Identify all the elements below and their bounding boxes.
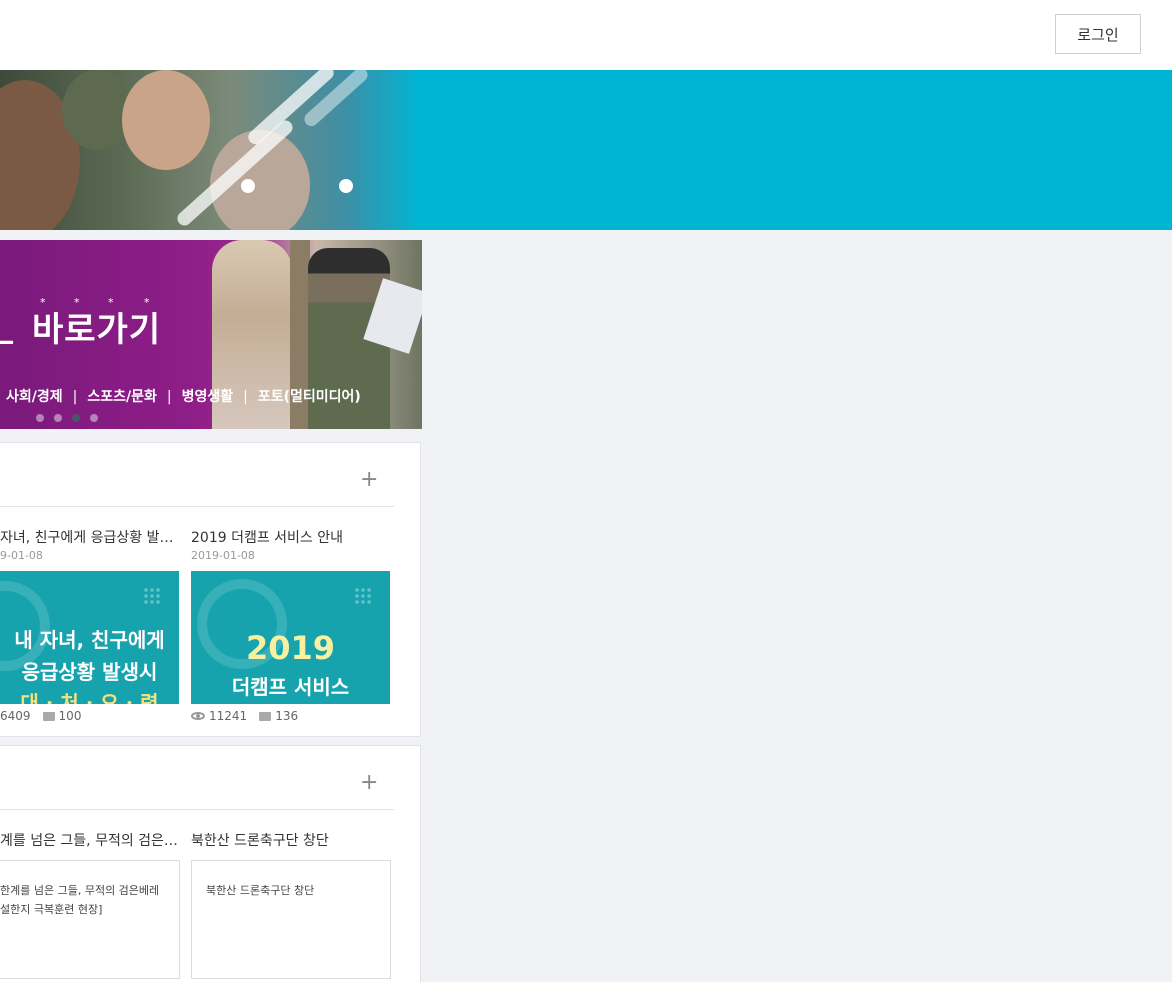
pagination-dot-active[interactable] — [72, 414, 80, 422]
thumb-text: 더캠프 서비스 — [231, 675, 350, 699]
soldier-face-2 — [122, 70, 210, 170]
post-thumbnail[interactable]: 2019 더캠프 서비스 — [191, 571, 390, 704]
banner-title-text: 바로가기 — [32, 310, 162, 350]
post-preview[interactable]: 북한산 드론축구단 창단 — [191, 860, 391, 979]
banner-menu-item[interactable]: 병영생활 — [182, 389, 234, 405]
pagination-dot[interactable] — [36, 414, 44, 422]
plus-icon[interactable]: + — [360, 469, 378, 491]
preview-line: 북한산 드론축구단 창단 — [206, 884, 315, 897]
preview-line: 설한지 극복훈련 현장] — [0, 903, 103, 916]
comment-icon — [42, 711, 55, 721]
menu-separator: | — [166, 389, 172, 405]
soldier-helmet-1 — [62, 70, 132, 150]
notice-card: + 자녀, 친구에게 응급상황 발… 9-01-08 내 자녀, 친구에게 응급… — [0, 442, 421, 737]
menu-separator: | — [243, 389, 248, 405]
soldiers-photo — [0, 70, 420, 230]
post-date: 2019-01-08 — [191, 549, 255, 562]
post-stats: 6409 100 — [0, 709, 81, 723]
banner-menu: 사회/경제 | 스포츠/문화 | 병영생활 | 포토(멀티미디어) — [6, 386, 361, 406]
banner-menu-item[interactable]: 포토(멀티미디어) — [258, 389, 361, 405]
plus-icon[interactable]: + — [360, 772, 378, 794]
comment-count: 100 — [58, 709, 82, 723]
view-count: 11241 — [209, 709, 248, 723]
post-preview[interactable]: 한계를 넘은 그들, 무적의 검은베레 설한지 극복훈련 현장] — [0, 860, 180, 979]
hero-dot-2 — [339, 179, 353, 193]
post-title[interactable]: 계를 넘은 그들, 무적의 검은… — [0, 830, 180, 850]
post-date: 9-01-08 — [0, 549, 43, 562]
pagination-dot[interactable] — [54, 414, 62, 422]
thumb-dots — [143, 587, 161, 605]
post-thumbnail[interactable]: 내 자녀, 친구에게 응급상황 발생시 대 · 처 · 요 · 령 — [0, 571, 179, 704]
banner-menu-item[interactable]: 스포츠/문화 — [87, 389, 157, 405]
comment-icon — [259, 711, 272, 721]
menu-separator: | — [72, 389, 78, 405]
eye-icon — [191, 712, 205, 720]
post-title[interactable]: 자녀, 친구에게 응급상황 발… — [0, 527, 178, 547]
banner-title: ᆫ 바로가기 — [0, 310, 162, 350]
thumb-text: 대 · 처 · 요 · 령 — [20, 691, 159, 704]
video-card: + 계를 넘은 그들, 무적의 검은… 한계를 넘은 그들, 무적의 검은베레 … — [0, 745, 421, 982]
thumb-text: 응급상황 발생시 — [21, 660, 158, 684]
comment-count: 136 — [275, 709, 299, 723]
thumb-text: 내 자녀, 친구에게 — [14, 628, 165, 652]
card-divider — [0, 809, 394, 810]
thumb-dots — [354, 587, 372, 605]
pagination-dot[interactable] — [90, 414, 98, 422]
view-count: 6409 — [0, 709, 31, 723]
thumb-text: 2019 — [245, 629, 336, 667]
login-button[interactable]: 로그인 — [1055, 14, 1141, 54]
post-title[interactable]: 북한산 드론축구단 창단 — [191, 830, 391, 850]
banner-menu-item[interactable]: 사회/경제 — [6, 389, 63, 405]
preview-line: 한계를 넘은 그들, 무적의 검은베레 — [0, 884, 160, 897]
post-stats: 11241 136 — [191, 709, 298, 723]
banner-pagination — [36, 414, 98, 422]
hero-dot-1 — [241, 179, 255, 193]
hero-banner — [0, 70, 1172, 230]
top-bar: 로그인 — [0, 0, 1172, 70]
post-title[interactable]: 2019 더캠프 서비스 안내 — [191, 527, 391, 547]
card-divider — [0, 506, 394, 507]
